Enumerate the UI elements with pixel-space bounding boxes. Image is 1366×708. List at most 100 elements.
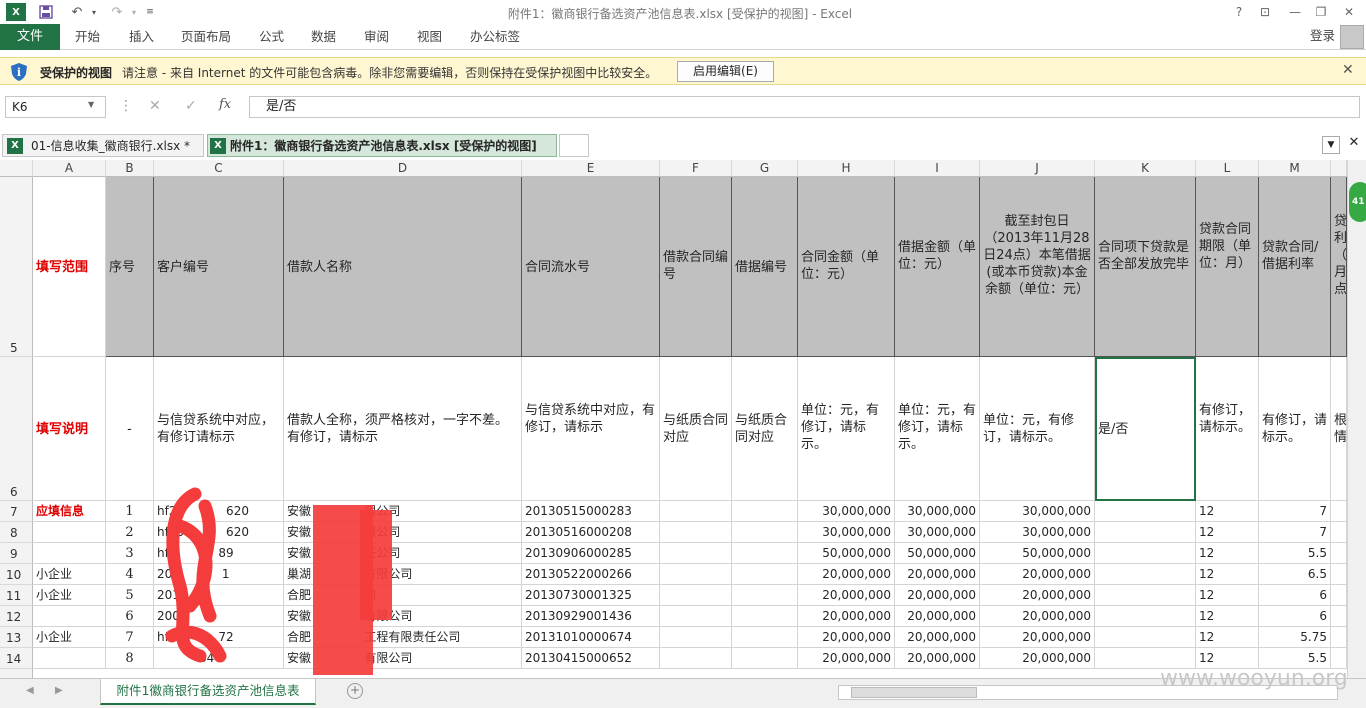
row-header[interactable] <box>0 669 33 678</box>
header-cell[interactable]: 贷款合同期限（单位：月） <box>1196 177 1259 357</box>
table-cell[interactable]: 8 <box>106 648 154 669</box>
login-link[interactable]: 登录 <box>1310 24 1335 50</box>
vertical-scrollbar[interactable] <box>1347 160 1366 678</box>
row-header[interactable]: 10 <box>0 564 33 585</box>
table-cell[interactable] <box>1331 543 1347 564</box>
help-icon[interactable]: ? <box>1226 2 1252 22</box>
table-cell[interactable] <box>1331 606 1347 627</box>
row-header[interactable]: 11 <box>0 585 33 606</box>
table-cell[interactable] <box>660 564 732 585</box>
table-cell[interactable]: 20,000,000 <box>798 627 895 648</box>
close-icon[interactable]: ✕ <box>1342 62 1354 78</box>
table-cell[interactable]: 30,000,000 <box>798 501 895 522</box>
table-cell[interactable] <box>660 606 732 627</box>
file-tab[interactable]: 文件 <box>0 24 60 50</box>
table-cell[interactable]: 12 <box>1196 543 1259 564</box>
column-header[interactable]: A <box>33 160 106 177</box>
table-cell[interactable] <box>732 522 798 543</box>
table-cell[interactable] <box>1095 522 1196 543</box>
table-cell[interactable]: 30,000,000 <box>798 522 895 543</box>
table-cell[interactable] <box>732 564 798 585</box>
table-cell[interactable]: 20131010000674 <box>522 627 660 648</box>
table-cell[interactable] <box>33 543 106 564</box>
header-cell[interactable]: 合同流水号 <box>522 177 660 357</box>
table-cell[interactable]: 20,000,000 <box>798 648 895 669</box>
scroll-left-icon[interactable]: ◀ <box>26 685 34 696</box>
header-cell[interactable]: 截至封包日（2013年11月28日24点）本笔借据(或本币贷款)本金余额（单位：… <box>980 177 1095 357</box>
table-cell[interactable] <box>732 648 798 669</box>
header-cell[interactable]: 合同项下贷款是否全部发放完毕 <box>1095 177 1196 357</box>
tab-page-layout[interactable]: 页面布局 <box>181 24 231 50</box>
table-cell[interactable] <box>660 501 732 522</box>
table-cell[interactable]: 6 <box>1259 606 1331 627</box>
table-cell[interactable] <box>732 606 798 627</box>
header-cell[interactable]: 序号 <box>106 177 154 357</box>
column-header[interactable]: I <box>895 160 980 177</box>
table-cell[interactable]: 20130522000266 <box>522 564 660 585</box>
table-cell[interactable]: 20,000,000 <box>980 564 1095 585</box>
customize-qat-icon[interactable]: ≡ <box>144 3 156 21</box>
chevron-down-icon[interactable]: ▼ <box>1322 136 1340 154</box>
desc-cell[interactable]: 与信贷系统中对应，有修订请标示 <box>154 357 284 501</box>
status-badge[interactable]: 41 <box>1349 182 1366 222</box>
doc-tab-attachment[interactable]: X 附件1：徽商银行备选资产池信息表.xlsx [受保护的视图] <box>207 134 557 157</box>
table-cell[interactable] <box>1095 564 1196 585</box>
table-cell[interactable] <box>1331 564 1347 585</box>
header-cell[interactable]: 借款人名称 <box>284 177 522 357</box>
table-cell[interactable] <box>660 585 732 606</box>
sheet-tab[interactable]: 附件1徽商银行备选资产池信息表 <box>100 679 316 705</box>
desc-cell[interactable]: 借款人全称，须严格核对，一字不差。有修订，请标示 <box>284 357 522 501</box>
cell-scope-label[interactable]: 填写范围 <box>33 177 106 357</box>
worksheet-grid[interactable]: A B C D E F G H I J K L M 5 6 7 8 9 10 1… <box>0 160 1347 678</box>
row-header[interactable]: 14 <box>0 648 33 669</box>
table-cell[interactable] <box>33 606 106 627</box>
table-cell[interactable]: 小企业 <box>33 564 106 585</box>
table-cell[interactable]: 3 <box>106 543 154 564</box>
table-cell[interactable]: 20,000,000 <box>980 627 1095 648</box>
table-cell[interactable]: 50,000,000 <box>980 543 1095 564</box>
table-cell[interactable]: 20,000,000 <box>980 648 1095 669</box>
table-cell[interactable] <box>660 522 732 543</box>
table-cell[interactable]: 5.5 <box>1259 543 1331 564</box>
tab-office-tabs[interactable]: 办公标签 <box>470 24 520 50</box>
header-cell[interactable]: 借据编号 <box>732 177 798 357</box>
table-cell[interactable]: 20130516000208 <box>522 522 660 543</box>
chevron-down-icon[interactable]: ▼ <box>88 96 94 114</box>
desc-cell[interactable]: 根情 <box>1331 357 1347 501</box>
column-header[interactable]: H <box>798 160 895 177</box>
desc-cell[interactable]: 有修订，请标示。 <box>1259 357 1331 501</box>
column-header[interactable]: L <box>1196 160 1259 177</box>
desc-cell[interactable]: 单位：元，有修订，请标示。 <box>798 357 895 501</box>
table-cell[interactable] <box>732 627 798 648</box>
table-cell[interactable]: 7 <box>1259 522 1331 543</box>
table-cell[interactable] <box>1095 606 1196 627</box>
column-header[interactable]: E <box>522 160 660 177</box>
excel-logo-icon[interactable]: X <box>6 3 26 21</box>
save-icon[interactable] <box>36 3 56 21</box>
table-cell[interactable]: 12 <box>1196 627 1259 648</box>
table-cell[interactable]: 30,000,000 <box>980 501 1095 522</box>
table-cell[interactable] <box>1095 501 1196 522</box>
table-cell[interactable]: 12 <box>1196 501 1259 522</box>
table-cell[interactable]: 20130730001325 <box>522 585 660 606</box>
table-cell[interactable]: 50,000,000 <box>895 543 980 564</box>
scroll-right-icon[interactable]: ▶ <box>55 685 63 696</box>
header-cell[interactable]: 借据金额（单位：元） <box>895 177 980 357</box>
row-header[interactable]: 6 <box>0 357 33 501</box>
table-cell[interactable]: 20,000,000 <box>895 627 980 648</box>
table-cell[interactable] <box>1331 585 1347 606</box>
enter-icon[interactable]: ✓ <box>185 98 197 114</box>
column-header[interactable]: K <box>1095 160 1196 177</box>
table-cell[interactable] <box>732 501 798 522</box>
column-header[interactable]: F <box>660 160 732 177</box>
row-header[interactable]: 5 <box>0 177 33 357</box>
maximize-icon[interactable]: ❐ <box>1308 2 1334 22</box>
insert-function-icon[interactable]: fx <box>219 97 231 112</box>
table-cell[interactable]: 12 <box>1196 606 1259 627</box>
tab-formulas[interactable]: 公式 <box>259 24 284 50</box>
row-header[interactable]: 13 <box>0 627 33 648</box>
table-cell[interactable] <box>660 648 732 669</box>
scrollbar-thumb[interactable] <box>851 687 977 698</box>
table-cell[interactable]: 20130515000283 <box>522 501 660 522</box>
column-header[interactable] <box>1331 160 1347 177</box>
